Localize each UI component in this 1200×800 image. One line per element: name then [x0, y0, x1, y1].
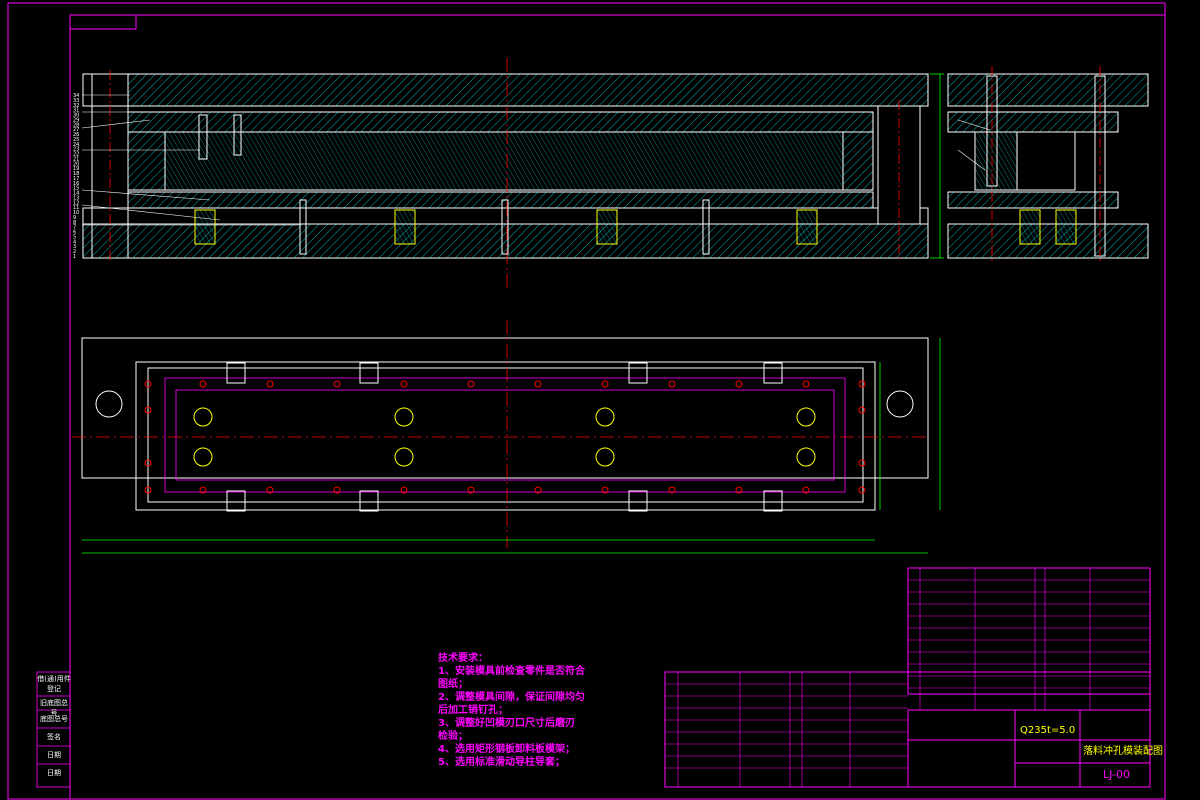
tech-line: 4、选用矩形钢板卸料板模架； [438, 744, 575, 755]
tech-line: 后加工销钉孔； [438, 705, 508, 716]
tech-heading: 技术要求： [438, 653, 488, 664]
punch-plate [164, 131, 844, 191]
tech-line: 3、调整好凹模刃口尺寸后磨刃 [438, 718, 575, 729]
thickness-value: t=5.0 [1047, 725, 1076, 736]
code-box-topleft [69, 14, 137, 30]
drawing-title: 落料冲孔模装配图 [1083, 746, 1163, 757]
bom-lower-rows [665, 672, 908, 787]
tech-line: 5、选用标准滑动导柱导套； [438, 757, 565, 768]
plan-view [72, 320, 941, 554]
tech-line: 检验； [438, 731, 468, 742]
title-block [664, 567, 1151, 788]
side-label: 签名 [47, 733, 61, 741]
side-label: 底图总号 [40, 715, 68, 723]
tech-line: 1、安装模具前检查零件是否符合 [438, 666, 585, 677]
front-section-view [82, 58, 944, 290]
bom-upper-rows [908, 568, 1150, 710]
tech-line: 2、调整模具间隙，保证间隙均匀 [438, 692, 585, 703]
stripper-plate [127, 191, 874, 209]
upper-die-seat [127, 73, 929, 107]
side-section-view [947, 66, 1149, 262]
assembly-drawing [7, 2, 1166, 800]
side-label: 日期 [47, 769, 61, 777]
tech-line: 图纸； [438, 679, 468, 690]
side-label: 日期 [47, 751, 61, 759]
side-label: 借(通)用件登记 [37, 675, 71, 693]
material-value: Q235 [1020, 725, 1047, 736]
lower-die-seat-plan [81, 337, 929, 479]
drawing-code: LJ-00 [1103, 768, 1130, 781]
guide-post-hole-left [95, 390, 123, 418]
technical-requirements: 技术要求： 1、安装模具前检查零件是否符合 图纸； 2、调整模具间隙，保证间隙均… [438, 652, 598, 769]
guide-post-hole-right [886, 390, 914, 418]
